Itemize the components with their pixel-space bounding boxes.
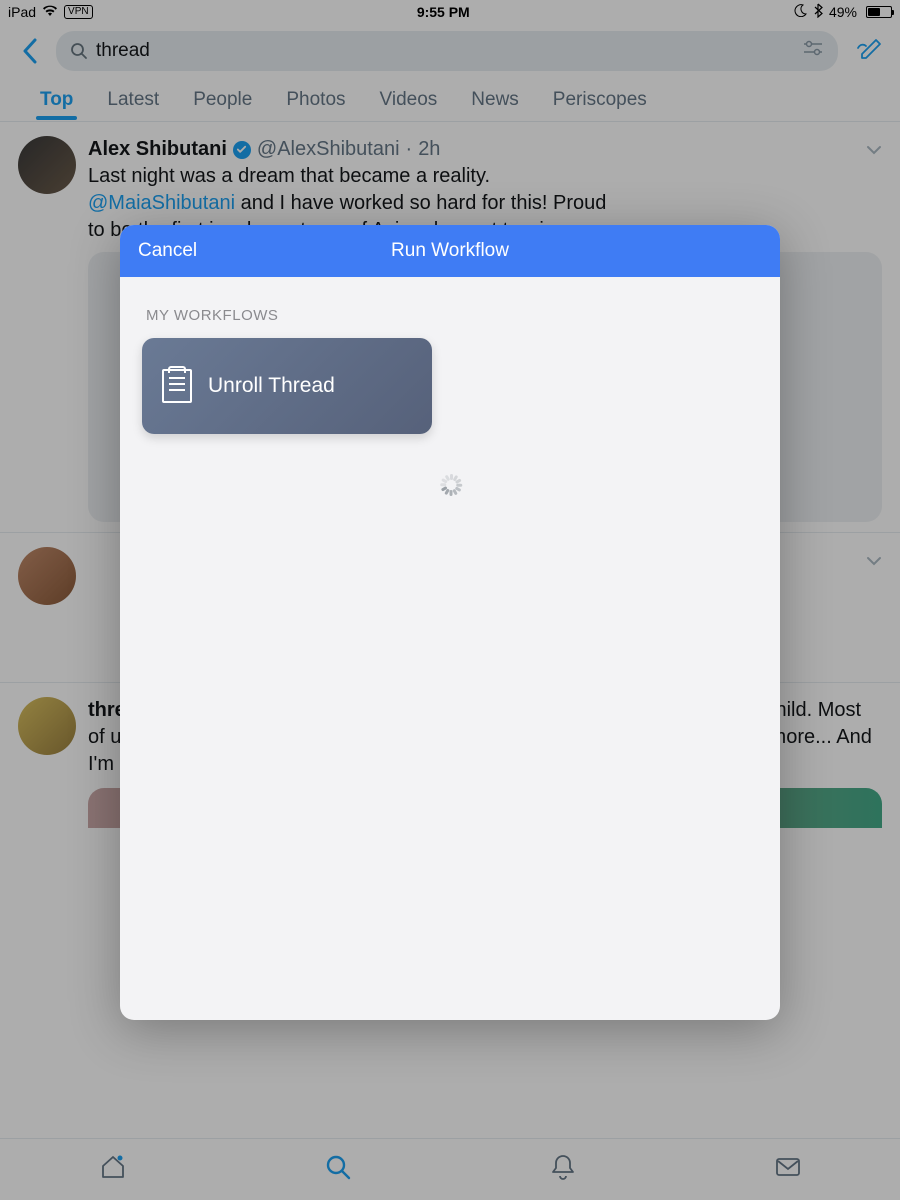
modal-body: MY WORKFLOWS Unroll Thread	[120, 277, 780, 1020]
document-icon	[162, 369, 192, 403]
workflow-name: Unroll Thread	[208, 374, 335, 398]
workflow-card[interactable]: Unroll Thread	[142, 338, 432, 434]
run-workflow-modal: Cancel Run Workflow MY WORKFLOWS Unroll …	[120, 225, 780, 1020]
cancel-button[interactable]: Cancel	[120, 240, 215, 262]
modal-title: Run Workflow	[120, 240, 780, 262]
section-header: MY WORKFLOWS	[146, 307, 754, 324]
modal-header: Cancel Run Workflow	[120, 225, 780, 277]
loading-spinner-icon	[439, 474, 461, 496]
